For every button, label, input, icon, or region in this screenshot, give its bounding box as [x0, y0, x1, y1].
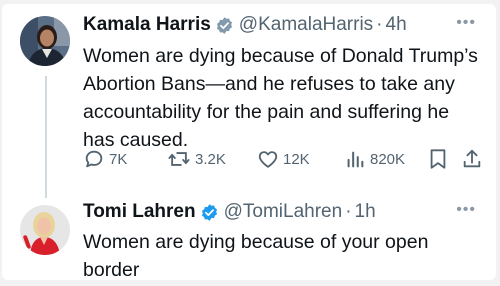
tweet-thread-card: Kamala Harris @KamalaHarris · 4h ••• Wom…	[2, 4, 496, 281]
bookmark-button[interactable]	[428, 148, 448, 170]
tweet2-timestamp[interactable]: 1h	[355, 201, 376, 223]
verified-badge-icon	[215, 16, 234, 35]
avatar-kamala-harris[interactable]	[20, 16, 70, 66]
reply-icon	[85, 150, 103, 168]
tweet1-timestamp[interactable]: 4h	[386, 14, 407, 36]
heart-icon	[258, 151, 278, 168]
tweet2-text: Women are dying because of your open bor…	[83, 231, 429, 281]
tweet2-author-name[interactable]: Tomi Lahren	[83, 201, 196, 223]
repost-count: 3.2K	[195, 150, 226, 168]
like-count: 12K	[283, 150, 310, 168]
tweet1-action-bar: 7K 3.2K 12K 820K	[83, 148, 483, 172]
avatar-tomi-lahren[interactable]	[20, 205, 70, 255]
share-button[interactable]	[461, 148, 483, 170]
repost-button[interactable]: 3.2K	[167, 148, 226, 170]
tweet2-handle[interactable]: @TomiLahren	[224, 201, 343, 223]
reply-button[interactable]: 7K	[83, 148, 127, 170]
tweet1-separator: ·	[376, 14, 383, 35]
more-dots-icon[interactable]: •••	[456, 201, 476, 219]
thread-connector-line	[45, 76, 47, 198]
reply-count: 7K	[109, 150, 128, 168]
share-icon	[463, 149, 481, 168]
tweet1-header: Kamala Harris @KamalaHarris · 4h	[83, 14, 407, 36]
tweet1-handle[interactable]: @KamalaHarris	[239, 14, 373, 36]
views-count: 820K	[370, 150, 406, 168]
views-button[interactable]: 820K	[344, 148, 405, 170]
tweet2-header: Tomi Lahren @TomiLahren · 1h	[83, 201, 376, 223]
views-chart-icon	[347, 151, 364, 168]
tweet1-author-name[interactable]: Kamala Harris	[83, 14, 211, 36]
tweet2-separator: ·	[345, 201, 352, 222]
like-button[interactable]: 12K	[257, 148, 310, 170]
verified-badge-icon	[200, 203, 219, 222]
repost-icon	[168, 152, 190, 166]
bookmark-icon	[430, 149, 446, 169]
tweet1-text: Women are dying because of Donald Trump’…	[83, 45, 478, 151]
more-dots-icon[interactable]: •••	[456, 14, 476, 32]
